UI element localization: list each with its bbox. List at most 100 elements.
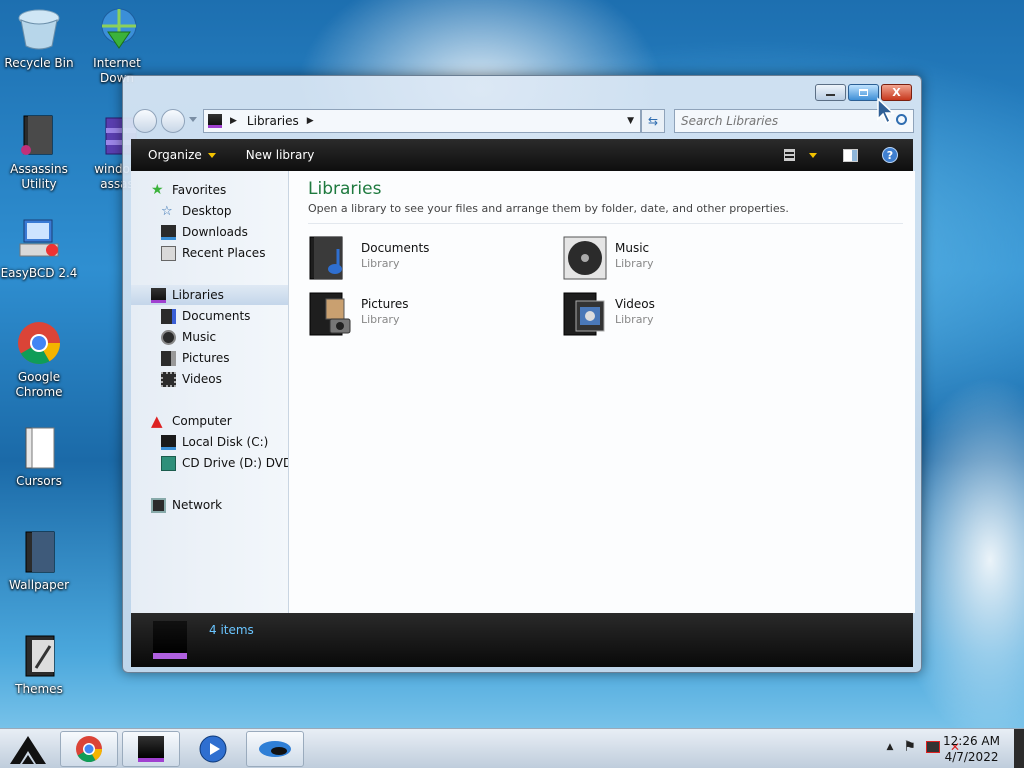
chrome-icon (76, 736, 103, 763)
nav-item-label: CD Drive (D:) DVD_ (182, 456, 289, 470)
nav-item-cd-drive[interactable]: CD Drive (D:) DVD_ (131, 453, 289, 473)
recent-places-icon (161, 245, 176, 261)
start-logo-icon (10, 736, 46, 764)
action-center-flag-icon[interactable]: ⚑ (903, 739, 916, 755)
nav-item-label: Pictures (182, 351, 230, 365)
clock-date: 4/7/2022 (944, 750, 999, 764)
library-type: Library (615, 313, 654, 326)
library-item-music[interactable]: Music Library (562, 235, 802, 283)
address-dropdown-icon[interactable]: ▼ (627, 116, 634, 126)
pictures-library-icon (308, 291, 354, 337)
desktop-icon-internet-download[interactable]: Internet Down (78, 6, 156, 86)
page-title: Libraries (308, 179, 382, 199)
desktop-icon-label: Themes (15, 682, 63, 696)
back-button[interactable] (133, 109, 157, 133)
assassins-utility-icon (16, 112, 62, 158)
minimize-button[interactable] (815, 84, 846, 101)
nav-item-favorites[interactable]: ★ Favorites (131, 180, 288, 200)
easybcd-icon (16, 216, 62, 262)
show-hidden-icons-icon[interactable]: ▲ (886, 742, 893, 752)
library-item-videos[interactable]: Videos Library (562, 291, 802, 339)
nav-item-computer[interactable]: ▲ Computer (131, 411, 288, 431)
chrome-icon (16, 320, 62, 366)
desktop-icon-assassins-utility[interactable]: Assassins Utility (0, 112, 78, 192)
library-type: Library (361, 313, 400, 326)
computer-icon: ▲ (151, 411, 163, 430)
content-pane: Libraries Open a library to see your fil… (289, 171, 915, 613)
folder-icon (16, 632, 62, 678)
library-type: Library (361, 257, 400, 270)
nav-item-local-disk[interactable]: Local Disk (C:) (131, 432, 288, 452)
help-button[interactable]: ? (873, 139, 907, 171)
preview-pane-button[interactable] (834, 139, 867, 171)
explorer-window: X ▶ Libraries ▶ ▼ ⇆ Organize New library (122, 75, 922, 673)
music-library-icon (562, 235, 608, 281)
library-name: Videos (615, 297, 655, 311)
search-input[interactable] (675, 110, 875, 132)
desktop-icon-label: Google Chrome (15, 370, 63, 399)
desktop-icon-themes[interactable]: Themes (0, 632, 78, 697)
nav-item-label: Local Disk (C:) (182, 435, 269, 449)
recent-pages-dropdown[interactable] (189, 117, 197, 122)
media-player-icon (199, 735, 227, 763)
nav-item-label: Network (172, 498, 223, 512)
clock[interactable]: 12:26 AM 4/7/2022 (943, 733, 1000, 765)
library-item-pictures[interactable]: Pictures Library (308, 291, 548, 339)
nav-item-pictures[interactable]: Pictures (131, 348, 288, 368)
desktop-icon-label: EasyBCD 2.4 (0, 266, 78, 280)
show-desktop-button[interactable] (1014, 729, 1024, 768)
view-icon (784, 149, 795, 161)
folder-icon (16, 424, 62, 470)
desktop-icon-recycle-bin[interactable]: Recycle Bin (0, 6, 78, 71)
divider (308, 223, 903, 224)
recycle-bin-icon (16, 6, 62, 52)
desktop-icon-cursors[interactable]: Cursors (0, 424, 78, 489)
refresh-button[interactable]: ⇆ (641, 109, 665, 133)
network-status-icon[interactable] (925, 741, 940, 753)
taskbar: ▲ ⚑ ✕ 12:26 AM 4/7/2022 (0, 728, 1024, 768)
page-description: Open a library to see your files and arr… (308, 202, 789, 215)
nav-item-documents[interactable]: Documents (131, 306, 288, 326)
taskbar-app-wave[interactable] (246, 731, 304, 767)
nav-item-label: Libraries (172, 288, 224, 302)
desktop-icon-label: Assassins Utility (10, 162, 68, 191)
network-icon (151, 497, 166, 513)
desktop-icon-wallpaper[interactable]: Wallpaper (0, 528, 78, 593)
nav-item-downloads[interactable]: Downloads (131, 222, 288, 242)
desktop-icon-easybcd[interactable]: EasyBCD 2.4 (0, 216, 78, 281)
taskbar-media-player[interactable] (184, 731, 242, 767)
desktop-icon: ☆ (161, 203, 173, 219)
nav-item-videos[interactable]: Videos (131, 369, 288, 389)
forward-button[interactable] (161, 109, 185, 133)
desktop-icon-label: Recycle Bin (4, 56, 74, 70)
libraries-icon (138, 736, 164, 762)
taskbar-chrome[interactable] (60, 731, 118, 767)
library-item-documents[interactable]: Documents Library (308, 235, 548, 283)
breadcrumb-libraries[interactable]: Libraries (247, 114, 299, 128)
desktop-icon-label: Cursors (16, 474, 62, 488)
nav-item-network[interactable]: Network (131, 495, 288, 515)
view-options-button[interactable] (775, 139, 826, 171)
taskbar-explorer[interactable] (122, 731, 180, 767)
star-icon: ★ (151, 181, 164, 198)
help-icon: ? (882, 147, 898, 163)
music-icon (161, 329, 176, 345)
desktop-icon-google-chrome[interactable]: Google Chrome (0, 320, 78, 400)
nav-item-label: Documents (182, 309, 251, 323)
nav-item-music[interactable]: Music (131, 327, 288, 347)
nav-item-label: Videos (182, 372, 222, 386)
start-button[interactable] (2, 731, 54, 767)
nav-item-desktop[interactable]: ☆ Desktop (131, 201, 288, 221)
new-library-button[interactable]: New library (237, 139, 324, 171)
nav-item-recent-places[interactable]: Recent Places (131, 243, 288, 263)
nav-item-label: Music (182, 330, 217, 344)
downloads-icon (161, 224, 176, 240)
nav-item-label: Computer (172, 414, 232, 428)
maximize-button[interactable] (848, 84, 879, 101)
nav-item-libraries[interactable]: Libraries (131, 285, 288, 305)
organize-button[interactable]: Organize (139, 139, 225, 171)
address-bar[interactable]: ▶ Libraries ▶ ▼ (203, 109, 641, 133)
chevron-down-icon (809, 152, 817, 158)
clock-time: 12:26 AM (943, 734, 1000, 748)
folder-icon (16, 528, 62, 574)
